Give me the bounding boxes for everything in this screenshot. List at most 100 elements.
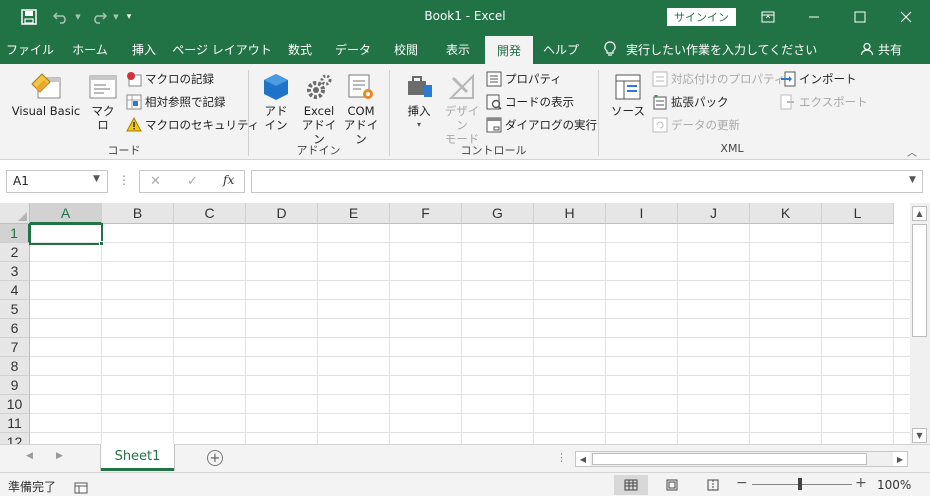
column-header-h[interactable]: H bbox=[534, 203, 606, 224]
tell-me-box[interactable]: 実行したい作業を入力してください bbox=[604, 34, 817, 64]
zoom-out-icon[interactable]: − bbox=[736, 475, 748, 491]
expansion-packs-button[interactable]: 拡張パック bbox=[652, 92, 729, 112]
page-break-preview-icon[interactable] bbox=[696, 475, 730, 495]
macro-security-button[interactable]: マクロのセキュリティ bbox=[126, 115, 259, 135]
tab-view[interactable]: 表示 bbox=[436, 34, 480, 64]
normal-view-icon[interactable] bbox=[614, 475, 648, 495]
signin-button[interactable]: サインイン bbox=[667, 8, 736, 26]
name-box-dropdown-icon[interactable]: ▼ bbox=[93, 174, 100, 184]
row-header-2[interactable]: 2 bbox=[0, 243, 30, 262]
tab-insert[interactable]: 挿入 bbox=[124, 34, 164, 64]
sheet-tab[interactable]: Sheet1 bbox=[101, 444, 174, 471]
cancel-icon[interactable]: ✕ bbox=[150, 174, 161, 189]
tab-review[interactable]: 校閲 bbox=[384, 34, 428, 64]
row-header-7[interactable]: 7 bbox=[0, 338, 30, 357]
column-header-l[interactable]: L bbox=[822, 203, 894, 224]
scroll-left-icon[interactable]: ◀ bbox=[576, 452, 590, 466]
tab-formulas[interactable]: 数式 bbox=[280, 34, 320, 64]
row-header-1[interactable]: 1 bbox=[0, 224, 30, 243]
run-dialog-button[interactable]: ダイアログの実行 bbox=[486, 115, 597, 135]
zoom-slider[interactable] bbox=[752, 484, 852, 485]
customize-toolbar-icon[interactable]: ▾ bbox=[122, 0, 136, 34]
enter-icon[interactable]: ✓ bbox=[187, 174, 198, 189]
tab-help[interactable]: ヘルプ bbox=[536, 34, 586, 64]
tab-split-grip-icon[interactable]: ⋮ bbox=[556, 451, 567, 464]
column-header-e[interactable]: E bbox=[318, 203, 390, 224]
row-header-4[interactable]: 4 bbox=[0, 281, 30, 300]
column-header-d[interactable]: D bbox=[246, 203, 318, 224]
ribbon-display-options-icon[interactable] bbox=[745, 0, 791, 34]
insert-function-icon[interactable]: fx bbox=[223, 173, 234, 187]
redo-icon[interactable] bbox=[86, 0, 112, 34]
undo-dropdown-icon[interactable]: ▼ bbox=[74, 0, 82, 34]
visual-basic-button[interactable]: Visual Basic bbox=[8, 70, 84, 118]
column-header-f[interactable]: F bbox=[390, 203, 462, 224]
import-button[interactable]: インポート bbox=[780, 69, 857, 89]
maximize-button[interactable] bbox=[837, 0, 883, 34]
zoom-in-icon[interactable]: + bbox=[855, 475, 867, 491]
record-macro-button[interactable]: マクロの記録 bbox=[126, 69, 214, 89]
add-sheet-icon[interactable]: + bbox=[207, 450, 223, 466]
addins-button[interactable]: アド イン bbox=[258, 70, 294, 132]
map-properties-button[interactable]: 対応付けのプロパティ bbox=[652, 69, 785, 89]
column-header-k[interactable]: K bbox=[750, 203, 822, 224]
row-header-12[interactable]: 12 bbox=[0, 433, 30, 444]
fill-handle[interactable] bbox=[99, 241, 104, 246]
zoom-slider-thumb[interactable] bbox=[798, 478, 802, 490]
column-header-b[interactable]: B bbox=[102, 203, 174, 224]
tab-file[interactable]: ファイル bbox=[4, 34, 56, 64]
tab-developer[interactable]: 開発 bbox=[485, 36, 533, 64]
column-header-j[interactable]: J bbox=[678, 203, 750, 224]
tab-home[interactable]: ホーム bbox=[64, 34, 116, 64]
row-header-11[interactable]: 11 bbox=[0, 414, 30, 433]
column-header-a[interactable]: A bbox=[30, 203, 102, 224]
row-header-9[interactable]: 9 bbox=[0, 376, 30, 395]
formula-bar-grip-icon[interactable]: ⋮ bbox=[118, 173, 130, 187]
row-header-6[interactable]: 6 bbox=[0, 319, 30, 338]
com-addins-button[interactable]: COM アドイン bbox=[341, 70, 381, 146]
undo-icon[interactable] bbox=[48, 0, 74, 34]
tab-data[interactable]: データ bbox=[328, 34, 378, 64]
refresh-data-button[interactable]: データの更新 bbox=[652, 115, 740, 135]
scroll-right-icon[interactable]: ▶ bbox=[893, 452, 907, 466]
column-header-c[interactable]: C bbox=[174, 203, 246, 224]
column-header-i[interactable]: I bbox=[606, 203, 678, 224]
tab-page-layout[interactable]: ページ レイアウト bbox=[172, 34, 272, 64]
vertical-scrollbar[interactable]: ▲ ▼ bbox=[910, 203, 930, 444]
row-header-8[interactable]: 8 bbox=[0, 357, 30, 376]
insert-control-button[interactable]: 挿入 ▾ bbox=[400, 70, 438, 132]
relative-reference-button[interactable]: 相対参照で記録 bbox=[126, 92, 226, 112]
save-icon[interactable] bbox=[14, 0, 44, 34]
horizontal-scroll-thumb[interactable] bbox=[592, 453, 867, 465]
collapse-ribbon-icon[interactable]: ︿ bbox=[907, 144, 917, 159]
properties-button[interactable]: プロパティ bbox=[486, 69, 562, 89]
row-header-5[interactable]: 5 bbox=[0, 300, 30, 319]
select-all-button[interactable] bbox=[0, 203, 30, 224]
export-button[interactable]: エクスポート bbox=[780, 92, 868, 112]
excel-addins-button[interactable]: Excel アドイン bbox=[298, 70, 340, 146]
worksheet-grid[interactable]: ABCDEFGHIJKL 1 2 3 4 5 6 7 8 9 10 11 12 bbox=[0, 203, 910, 444]
previous-sheet-icon[interactable]: ◀ bbox=[26, 451, 33, 461]
macro-recording-icon[interactable] bbox=[74, 482, 88, 494]
design-mode-button[interactable]: デザイン モード bbox=[440, 70, 484, 146]
macros-button[interactable]: マクロ bbox=[86, 70, 120, 132]
row-header-3[interactable]: 3 bbox=[0, 262, 30, 281]
next-sheet-icon[interactable]: ▶ bbox=[56, 451, 63, 461]
horizontal-scrollbar[interactable]: ◀ ▶ bbox=[575, 451, 908, 467]
scroll-up-icon[interactable]: ▲ bbox=[912, 206, 927, 221]
minimize-button[interactable] bbox=[791, 0, 837, 34]
active-cell[interactable] bbox=[29, 223, 103, 245]
scroll-down-icon[interactable]: ▼ bbox=[912, 428, 927, 443]
vertical-scroll-thumb[interactable] bbox=[912, 224, 927, 337]
xml-source-button[interactable]: ソース bbox=[608, 70, 648, 118]
share-button[interactable]: 共有 bbox=[860, 34, 902, 64]
column-header-g[interactable]: G bbox=[462, 203, 534, 224]
expand-formula-bar-icon[interactable]: ▼ bbox=[909, 175, 916, 185]
close-button[interactable] bbox=[883, 0, 929, 34]
row-header-10[interactable]: 10 bbox=[0, 395, 30, 414]
view-code-button[interactable]: コードの表示 bbox=[486, 92, 574, 112]
zoom-level[interactable]: 100% bbox=[877, 478, 911, 492]
formula-input[interactable] bbox=[251, 170, 923, 193]
redo-dropdown-icon[interactable]: ▼ bbox=[112, 0, 120, 34]
page-layout-view-icon[interactable] bbox=[655, 475, 689, 495]
